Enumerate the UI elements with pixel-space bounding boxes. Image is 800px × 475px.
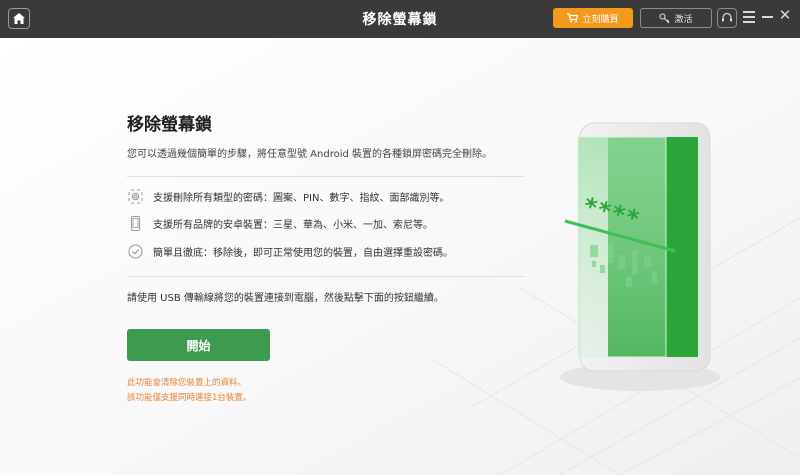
phone-icon [127,215,143,231]
page-title: 移除螢幕鎖 [127,115,212,135]
divider-top [127,176,524,177]
close-icon: ✕ [778,6,792,24]
check-circle-icon [127,243,143,259]
activate-button[interactable]: 激活 [640,8,712,28]
warning-text: 此功能會清除您裝置上的資料。 [127,378,247,388]
close-button[interactable]: ✕ [778,6,792,24]
feature-item: 簡單且徹底：移除後，即可正常使用您的裝置，自由選擇重設密碼。 [127,243,453,259]
feature-item: 支援所有品牌的安卓裝置：三星、華為、小米、一加、索尼等。 [127,215,433,231]
buy-now-label: 立刻購買 [582,14,619,25]
start-button[interactable]: 開始 [127,329,270,361]
warning-text: 該功能僅支援同時連接1台裝置。 [127,393,252,403]
divider-bottom [127,276,524,277]
support-button[interactable] [717,8,737,28]
menu-icon [743,11,755,13]
menu-icon-line [743,21,755,23]
title-bar: 移除螢幕鎖 立刻購買 激活 ✕ [0,0,800,38]
menu-button[interactable] [743,11,755,25]
headset-icon [722,12,732,22]
usb-instruction: 請使用 USB 傳輸線將您的裝置連接到電腦，然後點擊下面的按鈕繼續。 [127,293,444,304]
cart-icon [567,13,579,23]
fingerprint-icon [127,188,143,204]
menu-icon-line [743,16,755,18]
minimize-button[interactable] [762,16,773,18]
buy-now-button[interactable]: 立刻購買 [553,8,633,28]
page-subtitle: 您可以透過幾個簡單的步驟，將任意型號 Android 裝置的各種鎖屏密碼完全刪除… [127,149,493,160]
main-content: 移除螢幕鎖 您可以透過幾個簡單的步驟，將任意型號 Android 裝置的各種鎖屏… [127,110,527,163]
feature-text: 簡單且徹底：移除後，即可正常使用您的裝置，自由選擇重設密碼。 [153,247,453,259]
feature-item: 支援刪除所有類型的密碼：圖案、PIN、數字、指紋、面部識別等。 [127,188,449,204]
feature-text: 支援所有品牌的安卓裝置：三星、華為、小米、一加、索尼等。 [153,219,433,231]
activate-label: 激活 [674,14,693,25]
phone-illustration: **** [560,122,720,391]
feature-text: 支援刪除所有類型的密碼：圖案、PIN、數字、指紋、面部識別等。 [153,192,450,204]
key-icon [659,12,670,23]
